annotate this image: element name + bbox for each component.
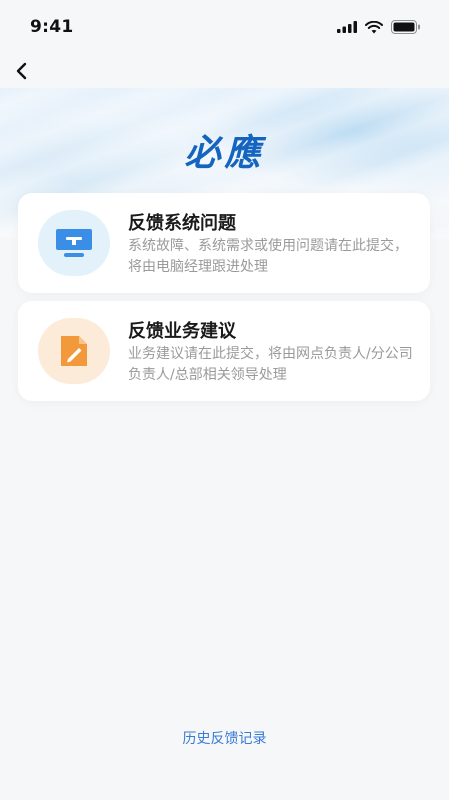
card-description: 业务建议请在此提交，将由网点负责人/分公司负责人/总部相关领导处理 <box>128 346 413 383</box>
chevron-left-icon <box>16 62 27 80</box>
signal-icon <box>337 21 357 33</box>
back-button[interactable] <box>4 54 38 88</box>
status-time: 9:41 <box>30 17 74 37</box>
document-edit-icon <box>61 336 87 366</box>
history-feedback-link[interactable]: 历史反馈记录 <box>0 728 449 748</box>
card-icon-container <box>38 318 110 384</box>
status-icons <box>337 20 421 34</box>
battery-icon <box>391 20 420 34</box>
wifi-icon <box>365 20 383 33</box>
card-description: 系统故障、系统需求或使用问题请在此提交，将由电脑经理跟进处理 <box>128 238 408 275</box>
card-title: 反馈业务建议 <box>128 321 236 342</box>
feedback-business-suggestion-card[interactable]: 反馈业务建议 业务建议请在此提交，将由网点负责人/分公司负责人/总部相关领导处理 <box>18 301 430 401</box>
card-icon-container <box>38 210 110 276</box>
status-bar: 9:41 <box>0 0 449 54</box>
monitor-icon <box>56 229 92 257</box>
brand-logo: 必應 <box>184 132 265 174</box>
card-title: 反馈系统问题 <box>128 213 236 234</box>
nav-bar <box>0 54 449 88</box>
feedback-system-issue-card[interactable]: 反馈系统问题 系统故障、系统需求或使用问题请在此提交，将由电脑经理跟进处理 <box>18 193 430 293</box>
